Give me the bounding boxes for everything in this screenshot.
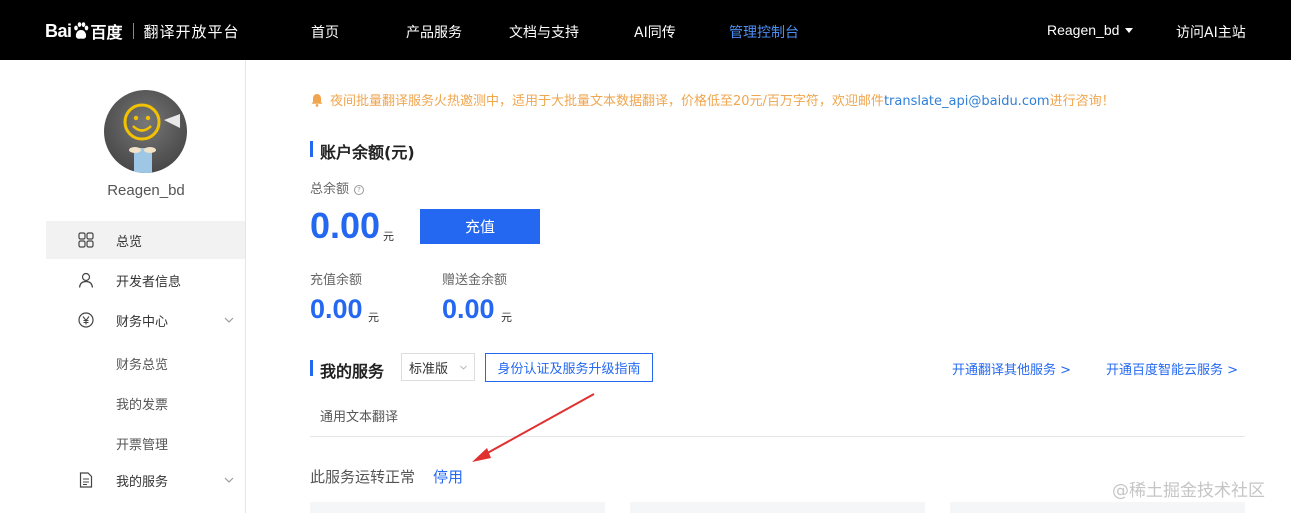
stop-service-link[interactable]: 停用 <box>433 466 463 487</box>
baidu-translate-logo[interactable]: Bai 百度 翻译开放平台 <box>45 19 240 43</box>
caret-down-icon <box>1125 28 1134 33</box>
sidebar: Reagen_bd 总览 开发者信息 财务中心 财务总览 我的发票 开票管理 我… <box>46 60 246 513</box>
user-icon <box>78 272 94 288</box>
bell-icon <box>311 94 323 107</box>
notice-suffix: 进行咨询！ <box>1049 94 1115 109</box>
service-card <box>310 502 605 513</box>
recharge-button[interactable]: 充值 <box>420 209 540 244</box>
upgrade-guide-button[interactable]: 身份认证及服务升级指南 <box>485 353 653 382</box>
service-card <box>630 502 925 513</box>
edition-select[interactable]: 标准版 <box>401 353 475 381</box>
user-menu[interactable]: Reagen_bd <box>1047 22 1134 38</box>
sidebar-item-developer-info[interactable]: 开发者信息 <box>46 261 245 299</box>
service-status-text: 此服务运转正常 <box>310 468 416 486</box>
sidebar-item-label: 我的服务 <box>116 474 169 490</box>
account-balance-title: 账户余额(元) <box>310 139 415 163</box>
my-services-title: 我的服务 <box>310 358 384 382</box>
total-balance-label-text: 总余额 <box>310 182 350 197</box>
open-other-translation-services-link[interactable]: 开通翻译其他服务 > <box>952 359 1071 378</box>
document-icon <box>79 472 93 488</box>
sidebar-item-my-services[interactable]: 我的服务 <box>46 461 245 499</box>
watermark: @稀土掘金技术社区 <box>1112 481 1265 501</box>
sidebar-item-finance[interactable]: 财务中心 <box>46 301 245 339</box>
open-baidu-cloud-services-link[interactable]: 开通百度智能云服务 > <box>1106 359 1238 378</box>
tab-divider <box>310 436 1245 437</box>
sidebar-item-overview[interactable]: 总览 <box>46 221 245 259</box>
sidebar-username: Reagen_bd <box>107 182 185 199</box>
notice-text: 夜间批量翻译服务火热邀测中，适用于大批量文本数据翻译，价格低至20元/百万字符，… <box>330 94 884 109</box>
gift-balance-unit: 元 <box>501 311 512 324</box>
avatar[interactable] <box>104 90 187 173</box>
nav-home[interactable]: 首页 <box>311 22 339 42</box>
recharge-balance-value: 0.00 <box>310 294 363 324</box>
nav-products[interactable]: 产品服务 <box>406 22 462 42</box>
sidebar-subitem-my-invoices[interactable]: 我的发票 <box>116 394 168 413</box>
chevron-down-icon <box>224 477 234 483</box>
service-card <box>950 502 1245 513</box>
baidu-paw-icon <box>73 22 89 40</box>
total-balance-value: 0.00 <box>310 205 381 246</box>
sidebar-item-label: 总览 <box>116 234 143 250</box>
gift-balance-label: 赠送金余额 <box>442 273 508 288</box>
recharge-balance-unit: 元 <box>368 311 379 324</box>
logo-baidu-text: 百度 <box>90 23 123 42</box>
top-navbar: Bai 百度 翻译开放平台 首页 产品服务 文档与支持 AI同传 管理控制台 R… <box>0 0 1291 60</box>
total-balance-label: 总余额? <box>310 178 365 197</box>
visit-ai-link[interactable]: 访问AI主站 <box>1176 22 1246 42</box>
help-icon[interactable]: ? <box>354 185 365 195</box>
nav-docs[interactable]: 文档与支持 <box>509 22 579 42</box>
platform-name: 翻译开放平台 <box>143 22 240 41</box>
sidebar-subitem-finance-overview[interactable]: 财务总览 <box>116 354 168 373</box>
grid-icon <box>78 232 94 248</box>
chevron-down-icon <box>460 365 467 370</box>
chevron-down-icon <box>224 317 234 323</box>
total-balance-unit: 元 <box>383 230 394 243</box>
recharge-balance-label: 充值余额 <box>310 273 363 288</box>
gift-balance-value: 0.00 <box>442 294 495 324</box>
logo-bai-text: Bai <box>45 20 72 41</box>
nav-ai-interpretation[interactable]: AI同传 <box>634 22 676 42</box>
yen-icon <box>78 312 94 328</box>
sidebar-subitem-invoice-management[interactable]: 开票管理 <box>116 434 168 453</box>
sidebar-item-label: 财务中心 <box>116 314 169 330</box>
annotation-arrow-icon <box>472 393 595 462</box>
nav-console[interactable]: 管理控制台 <box>729 22 799 42</box>
sidebar-item-label: 开发者信息 <box>116 274 182 290</box>
edition-select-value: 标准版 <box>409 361 449 377</box>
tab-general-text-translation[interactable]: 通用文本翻译 <box>320 406 398 425</box>
user-menu-name: Reagen_bd <box>1047 22 1120 38</box>
notice-email-link[interactable]: translate_api@baidu.com <box>884 94 1050 109</box>
logo-divider <box>132 23 134 39</box>
promo-notice: 夜间批量翻译服务火热邀测中，适用于大批量文本数据翻译，价格低至20元/百万字符，… <box>310 90 1115 109</box>
